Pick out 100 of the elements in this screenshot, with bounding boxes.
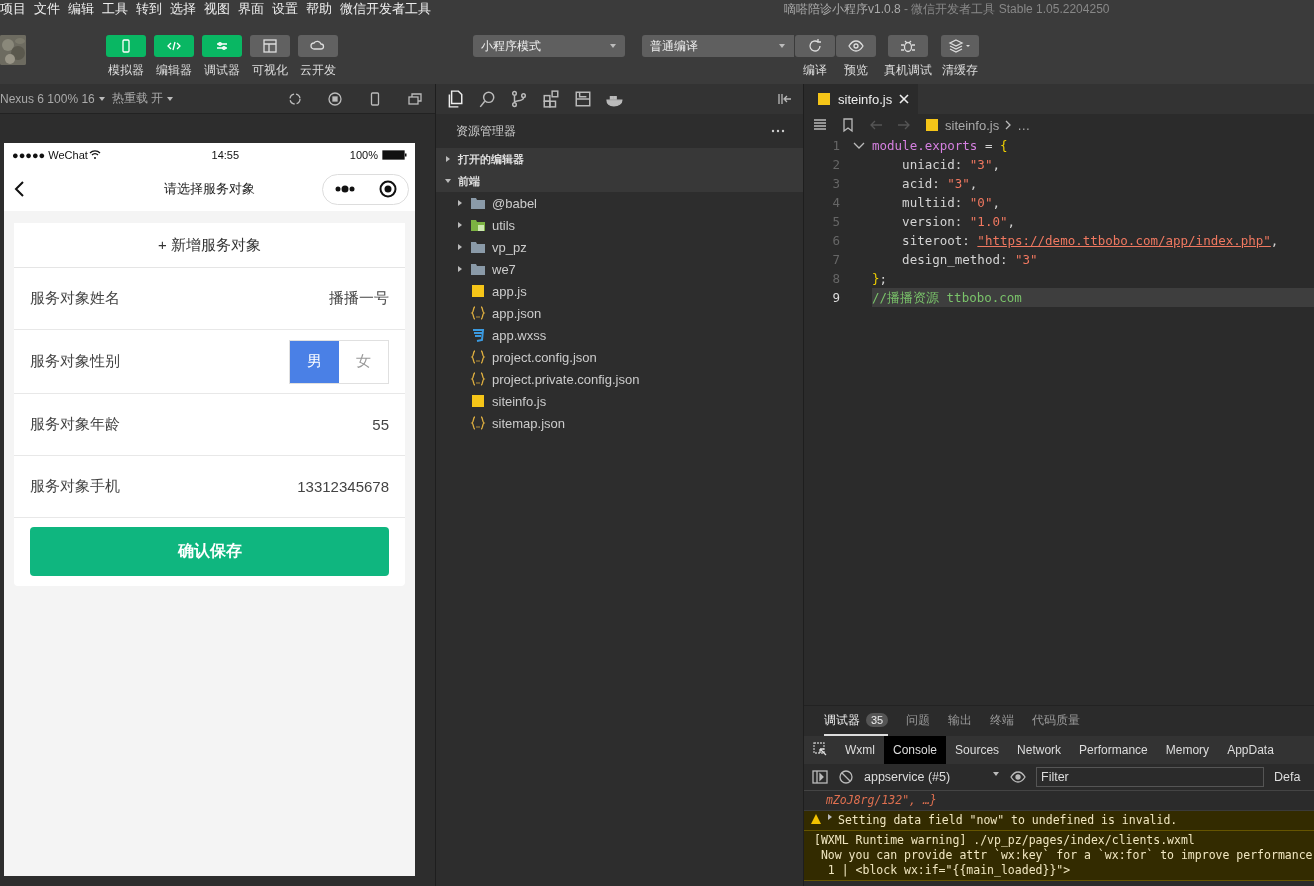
menu-item[interactable]: 视图 bbox=[204, 0, 234, 18]
mode-toggle-button[interactable] bbox=[202, 35, 242, 57]
breadcrumb-item[interactable]: siteinfo.js bbox=[945, 117, 1000, 133]
mode-toggle-button[interactable] bbox=[250, 35, 290, 57]
file-item[interactable]: @babel bbox=[436, 192, 803, 214]
toolbar-button[interactable] bbox=[941, 35, 979, 57]
field-value[interactable]: 55 bbox=[372, 416, 389, 433]
menu-item[interactable]: 文件 bbox=[34, 0, 64, 18]
capsule-button[interactable] bbox=[322, 173, 409, 205]
mode-toggle-button[interactable] bbox=[154, 35, 194, 57]
caret-icon bbox=[166, 94, 175, 103]
warning-icon bbox=[810, 813, 822, 825]
more-icon bbox=[334, 185, 357, 193]
add-client-button[interactable]: + 新增服务对象 bbox=[14, 223, 405, 268]
folder-icon bbox=[470, 195, 486, 211]
editor-tab[interactable]: siteinfo.js bbox=[804, 84, 919, 114]
file-item[interactable]: project.config.json bbox=[436, 346, 803, 368]
code-line: uniacid: "3", bbox=[901, 156, 1001, 174]
sidebar-icon bbox=[812, 769, 828, 785]
filter-field[interactable]: Filter bbox=[1036, 767, 1264, 787]
devtools-tab[interactable]: Sources bbox=[946, 736, 1009, 764]
mode-label: 模拟器 bbox=[108, 62, 144, 79]
file-item[interactable]: vp_pz bbox=[436, 236, 803, 258]
css-file-icon bbox=[470, 327, 486, 343]
debugger-tab[interactable]: 问题 bbox=[906, 706, 931, 736]
line-number: 1 bbox=[831, 138, 841, 153]
file-item[interactable]: app.js bbox=[436, 280, 803, 302]
eye-icon bbox=[1010, 769, 1026, 785]
tree-section[interactable]: 打开的编辑器 bbox=[436, 148, 803, 170]
code-line: module.exports = { bbox=[872, 137, 1009, 155]
inspect-icon bbox=[812, 740, 828, 757]
menu-item[interactable]: 选择 bbox=[170, 0, 200, 18]
braces-icon bbox=[470, 349, 486, 365]
devtools-tab[interactable]: AppData bbox=[1218, 736, 1283, 764]
mode-dropdown[interactable]: 小程序模式 bbox=[473, 35, 625, 57]
menu-item[interactable]: 帮助 bbox=[306, 0, 336, 18]
line-number: 5 bbox=[831, 214, 841, 229]
mode-toggle-button[interactable] bbox=[298, 35, 338, 57]
file-item[interactable]: we7 bbox=[436, 258, 803, 280]
menu-item[interactable]: 设置 bbox=[272, 0, 302, 18]
layout-icon bbox=[262, 38, 278, 54]
field-value[interactable]: 13312345678 bbox=[297, 478, 389, 495]
caret-icon bbox=[456, 221, 464, 229]
carrier-text: ●●●●● WeChat bbox=[12, 149, 101, 161]
file-item[interactable]: app.wxss bbox=[436, 324, 803, 346]
menu-item[interactable]: 编辑 bbox=[68, 0, 98, 18]
field-label: 服务对象手机 bbox=[30, 477, 120, 496]
toolbar-button[interactable] bbox=[795, 35, 835, 57]
debugger-tab[interactable]: 终端 bbox=[990, 706, 1015, 736]
wifi-icon bbox=[88, 150, 101, 160]
menu-item[interactable]: 项目 bbox=[0, 0, 30, 18]
menu-item[interactable]: 转到 bbox=[136, 0, 166, 18]
device-selector[interactable]: Nexus 6 100% 16 bbox=[0, 91, 112, 106]
field-label: 服务对象年龄 bbox=[30, 415, 120, 434]
code-line: multiid: "0", bbox=[901, 194, 1001, 212]
file-item[interactable]: project.private.config.json bbox=[436, 368, 803, 390]
save-icon bbox=[574, 90, 592, 108]
caret-icon bbox=[444, 177, 452, 185]
line-number: 3 bbox=[831, 176, 841, 191]
debugger-tab[interactable]: 代码质量 bbox=[1032, 706, 1081, 736]
file-item[interactable]: app.json bbox=[436, 302, 803, 324]
devtools-tab[interactable]: Memory bbox=[1156, 736, 1219, 764]
caret-icon bbox=[97, 94, 106, 103]
devtools-tab[interactable]: Wxml bbox=[836, 736, 884, 764]
field-value[interactable]: 播播一号 bbox=[329, 289, 389, 308]
line-number: 8 bbox=[831, 271, 841, 286]
devtools-tab[interactable]: Console bbox=[884, 736, 947, 764]
folder-icon bbox=[470, 239, 486, 255]
compile-dropdown[interactable]: 普通编译 bbox=[642, 35, 794, 57]
search-icon bbox=[478, 90, 496, 108]
toolbar-button[interactable] bbox=[836, 35, 876, 57]
braces-icon bbox=[470, 371, 486, 387]
breadcrumb-item[interactable]: … bbox=[1017, 117, 1031, 133]
file-item[interactable]: sitemap.json bbox=[436, 412, 803, 434]
toolbar-button[interactable] bbox=[888, 35, 928, 57]
mode-label: 可视化 bbox=[252, 62, 288, 79]
time-text: 14:55 bbox=[211, 149, 240, 161]
line-number: 7 bbox=[831, 252, 841, 267]
file-item[interactable]: siteinfo.js bbox=[436, 390, 803, 412]
field-label: 服务对象姓名 bbox=[30, 289, 120, 308]
code-line: design_method: "3" bbox=[901, 251, 1039, 269]
mode-toggle-button[interactable] bbox=[106, 35, 146, 57]
refresh-icon bbox=[807, 38, 823, 54]
gender-option[interactable]: 男 bbox=[290, 340, 339, 383]
tree-section[interactable]: 前端 bbox=[436, 170, 803, 192]
toolbar-label: 清缓存 bbox=[942, 62, 978, 79]
file-item[interactable]: utils bbox=[436, 214, 803, 236]
hot-reload-toggle[interactable]: 热重载 开 bbox=[112, 90, 175, 107]
devtools-tab[interactable]: Network bbox=[1008, 736, 1071, 764]
chevron-icon bbox=[1004, 119, 1013, 131]
js-file-icon bbox=[924, 117, 940, 133]
page-title: 请选择服务对象 bbox=[163, 180, 256, 198]
debugger-tab[interactable]: 输出 bbox=[948, 706, 973, 736]
devtools-tab[interactable]: Performance bbox=[1070, 736, 1157, 764]
toolbar-label: 编译 bbox=[803, 62, 827, 79]
menu-item[interactable]: 界面 bbox=[238, 0, 268, 18]
menu-item[interactable]: 工具 bbox=[102, 0, 132, 18]
menu-item[interactable]: 微信开发者工具 bbox=[340, 0, 435, 18]
levels-dropdown[interactable]: Defa bbox=[1274, 770, 1301, 784]
context-dropdown[interactable]: appservice (#5) bbox=[864, 770, 1000, 784]
